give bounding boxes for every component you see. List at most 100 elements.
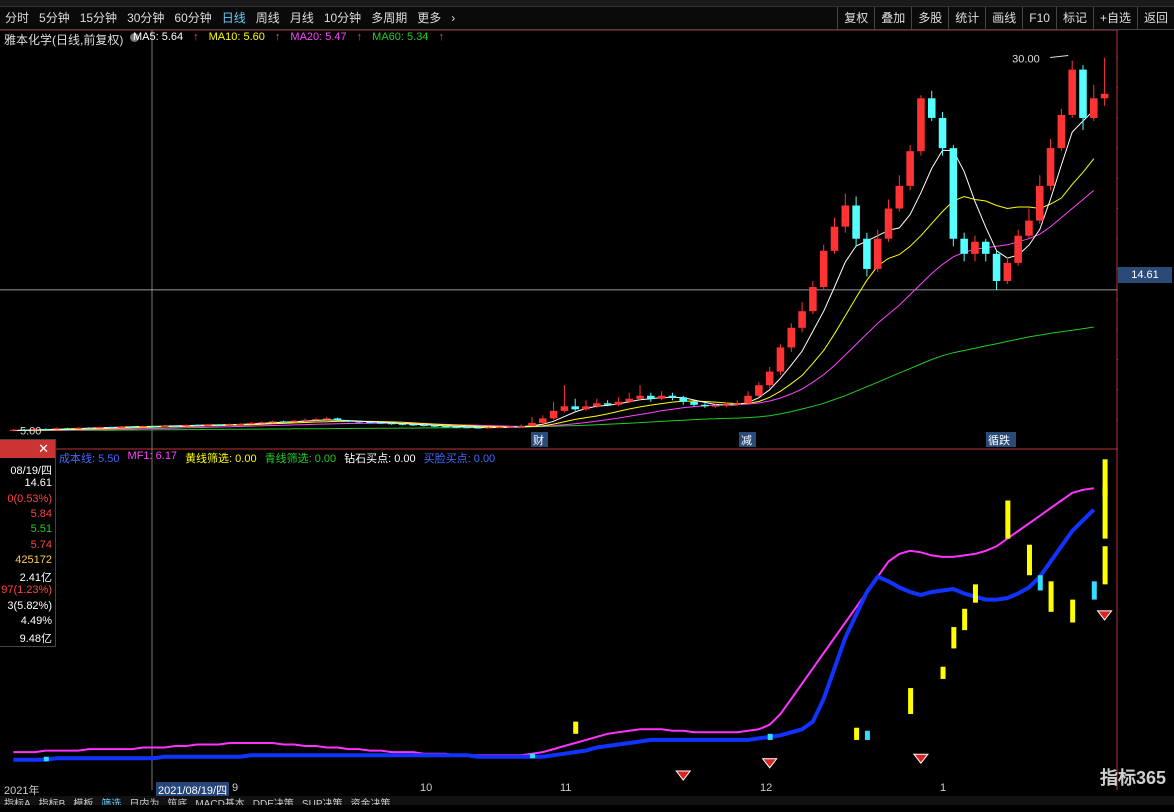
info-panel-close[interactable]: ✕ — [0, 440, 55, 458]
indicator-tab-8[interactable]: SUP决策 — [298, 799, 347, 805]
toolbar-button-2[interactable]: 多股 — [911, 7, 948, 29]
indicator-tab-7[interactable]: DDE决策 — [249, 799, 298, 805]
candle-body — [992, 253, 1001, 281]
diamond-buy-icon — [912, 753, 929, 765]
toolbar-button-0[interactable]: 复权 — [837, 7, 874, 29]
candle-body — [647, 395, 655, 399]
candle-body — [711, 405, 720, 407]
period-tab-2[interactable]: 15分钟 — [75, 7, 122, 29]
candle-body — [593, 403, 601, 407]
candle-body — [398, 423, 407, 425]
candle-body — [150, 426, 158, 428]
candle-body — [668, 395, 677, 398]
candle-body — [495, 427, 504, 429]
high-price-label: 30.00 — [1012, 54, 1040, 66]
period-tab-9[interactable]: 多周期 — [366, 7, 412, 29]
ma20-line — [13, 190, 1095, 431]
candle-body — [949, 148, 958, 239]
info-panel: ✕ 08/19/四 14.61 0(0.53%) 5.84 5.51 5.74 425172… — [0, 439, 56, 647]
toolbar-button-8[interactable]: 返回 — [1136, 7, 1174, 29]
candle-body — [420, 425, 428, 427]
toolbar-right-buttons: 复权 叠加 多股 统计 画线 F10 标记 +自选 返回 — [837, 7, 1174, 29]
indicator-tab-2[interactable]: 模板 — [69, 799, 97, 805]
indicator-tab-6[interactable]: MACD基本 — [191, 799, 248, 805]
candle-body — [139, 426, 147, 428]
indicator-tab-5[interactable]: 筑底 — [163, 799, 191, 805]
window-top-strip — [0, 0, 1174, 7]
candle-body — [776, 347, 785, 372]
toolbar-button-1[interactable]: 叠加 — [874, 7, 911, 29]
close-icon[interactable]: ✕ — [38, 440, 49, 458]
candle-body — [917, 98, 925, 152]
cyan-signal-bar — [864, 730, 870, 740]
toolbar-button-3[interactable]: 统计 — [948, 7, 985, 29]
candle-body — [549, 410, 558, 419]
indicator-tab-3[interactable]: 筛选 — [97, 799, 125, 805]
indicator-tab-1[interactable]: 指标B — [35, 799, 70, 805]
period-tab-4[interactable]: 60分钟 — [169, 7, 216, 29]
candle-body — [409, 424, 417, 426]
toolbar-button-7[interactable]: +自选 — [1092, 7, 1137, 29]
period-tab-1[interactable]: 5分钟 — [34, 7, 75, 29]
period-tab-10[interactable]: 更多 — [412, 7, 446, 29]
indicator-legend-item: 黄线筛选: 0.00 — [185, 453, 257, 465]
cyan-signal-bar — [1091, 581, 1097, 600]
kline-chart[interactable]: 30.0028.0026.0024.0022.0020.0018.0016.00… — [0, 30, 1118, 812]
period-tab-8[interactable]: 10分钟 — [319, 7, 366, 29]
yellow-signal-bar — [1026, 544, 1032, 576]
toolbar-button-4[interactable]: 画线 — [985, 7, 1022, 29]
candle-body — [895, 185, 904, 209]
candle-body — [355, 421, 363, 423]
info-row: 97(1.23%) — [1, 584, 52, 597]
toolbar-button-5[interactable]: F10 — [1022, 7, 1056, 29]
candle-body — [1090, 98, 1098, 118]
yellow-signal-bar — [972, 584, 978, 603]
date-axis: 2021年 2021/08/19/四 9 10 11 12 1 — [0, 782, 1118, 798]
info-row: 5.84 — [30, 507, 52, 520]
candle-body — [322, 418, 331, 420]
date-axis-label: 10 — [420, 782, 433, 794]
period-tab-3[interactable]: 30分钟 — [122, 7, 169, 29]
period-tab-7[interactable]: 月线 — [285, 7, 319, 29]
event-marker: 减 — [741, 434, 752, 447]
candle-body — [636, 395, 644, 399]
diamond-buy-icon — [761, 758, 778, 769]
candle-body — [106, 427, 115, 429]
watermark-logo: 指标365 — [1099, 768, 1166, 788]
candle-body — [52, 428, 61, 430]
yellow-signal-bar — [1005, 500, 1011, 539]
indicator-tab-9[interactable]: 资金决策 — [346, 799, 394, 805]
candle-body — [301, 419, 309, 421]
candle-body — [571, 406, 579, 410]
event-marker: 循跌 — [988, 433, 1010, 447]
low-price-label: 5.00 — [20, 425, 41, 437]
candle-body — [1025, 220, 1033, 236]
candle-body — [884, 208, 893, 239]
candle-body — [539, 418, 547, 423]
info-row: 5.74 — [30, 538, 52, 551]
candle-body — [603, 403, 612, 405]
candle-body — [614, 401, 623, 405]
cyan-signal-bar — [767, 733, 773, 740]
period-tab-0[interactable]: 分时 — [0, 7, 34, 29]
candle-body — [722, 404, 731, 406]
candle-body — [873, 238, 882, 269]
candle-body — [430, 425, 439, 427]
toolbar-button-6[interactable]: 标记 — [1055, 7, 1093, 29]
candle-body — [344, 420, 353, 422]
indicator-tab-0[interactable]: 指标A — [0, 799, 35, 805]
candle-body — [787, 327, 796, 348]
indicator-tab-4[interactable]: 日内为 — [125, 799, 163, 805]
candle-body — [690, 401, 698, 405]
candle-body — [1003, 262, 1012, 281]
period-tab-5[interactable]: 日线 — [217, 7, 251, 29]
candle-body — [517, 425, 525, 427]
candle-body — [387, 423, 396, 425]
candle-body — [290, 420, 299, 422]
info-row: 3(5.82%) — [7, 599, 52, 612]
indicator-legend: 选成本线: 5.50MF1: 6.17黄线筛选: 0.00青线筛选: 0.00钻… — [40, 450, 495, 466]
more-chevron-icon[interactable]: › — [446, 7, 460, 29]
period-tab-6[interactable]: 周线 — [251, 7, 285, 29]
candle-body — [193, 425, 201, 427]
candle-body — [225, 424, 234, 426]
